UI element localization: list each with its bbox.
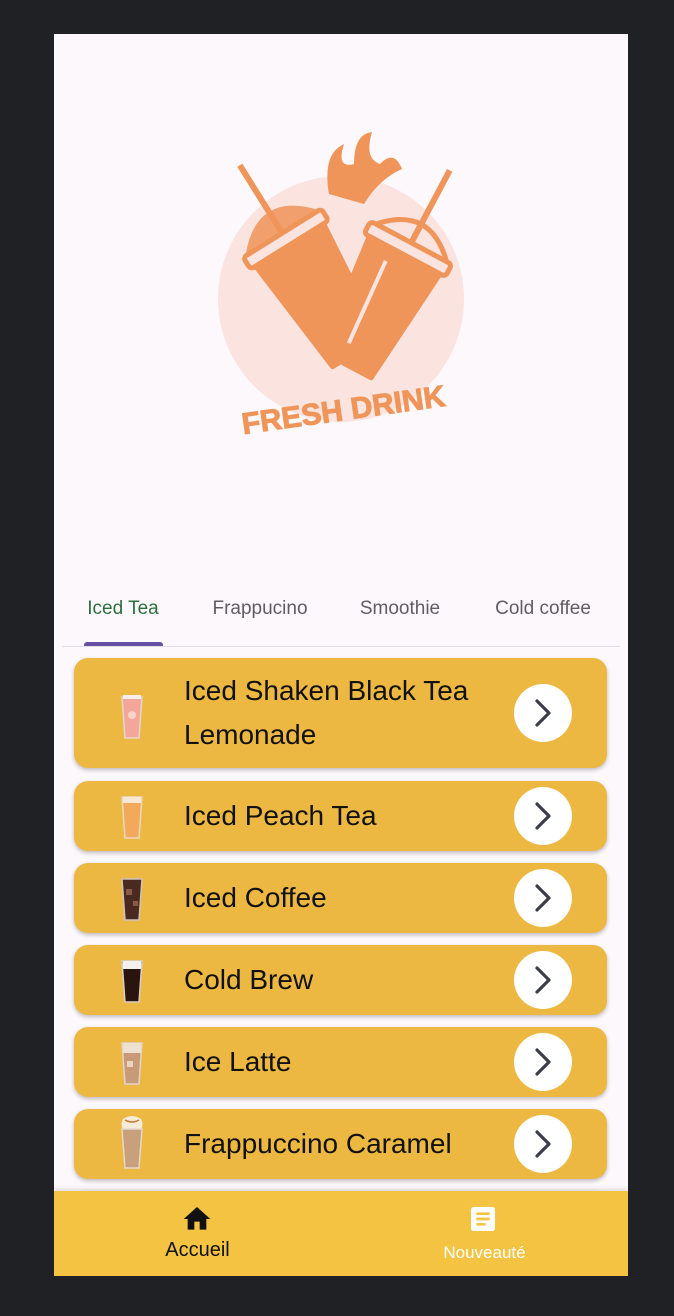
article-icon (471, 1207, 495, 1231)
home-icon (183, 1207, 211, 1230)
tab-smoothie[interactable]: Smoothie (352, 594, 448, 646)
drink-card[interactable]: Iced Coffee (74, 863, 607, 933)
drink-card[interactable]: Frappuccino Caramel (74, 1109, 607, 1179)
chevron-right-icon (535, 1130, 551, 1158)
chevron-right-icon (535, 699, 551, 727)
drink-name: Iced Peach Tea (184, 800, 377, 831)
category-tabs: Iced Tea Frappucino Smoothie Cold coffee (62, 594, 620, 647)
open-drink-button[interactable] (514, 869, 572, 927)
peach-tea-icon (121, 796, 143, 839)
drink-name: Frappuccino Caramel (184, 1128, 452, 1159)
drink-name: Ice Latte (184, 1046, 292, 1077)
active-tab-indicator (84, 642, 163, 646)
app-screen: FRESH DRINK Iced Tea Frappucino Smoothie… (54, 34, 628, 1276)
caramel-frappuccino-icon (121, 1116, 143, 1169)
open-drink-button[interactable] (514, 787, 572, 845)
tab-cold-coffee[interactable]: Cold coffee (487, 594, 599, 646)
drink-card[interactable]: Iced Peach Tea (74, 781, 607, 851)
drink-card[interactable]: Iced Shaken Black Tea Lemonade (74, 658, 607, 768)
open-drink-button[interactable] (514, 1033, 572, 1091)
iced-coffee-icon (121, 878, 143, 921)
bottom-navigation: Accueil Nouveauté (54, 1191, 628, 1276)
open-drink-button[interactable] (514, 684, 572, 742)
chevron-right-icon (535, 966, 551, 994)
nav-news-label: Nouveauté (443, 1243, 526, 1262)
iced-latte-icon (121, 1042, 143, 1085)
cold-brew-icon (121, 960, 143, 1003)
drink-name: Iced Shaken Black Tea Lemonade (184, 675, 469, 750)
open-drink-button[interactable] (514, 951, 572, 1009)
drink-name: Iced Coffee (184, 882, 327, 913)
drink-name: Cold Brew (184, 964, 314, 995)
chevron-right-icon (535, 1048, 551, 1076)
tab-iced-tea[interactable]: Iced Tea (78, 594, 168, 646)
logo-area: FRESH DRINK (54, 34, 628, 574)
pink-iced-tea-icon (121, 695, 143, 739)
chevron-right-icon (535, 884, 551, 912)
nav-news[interactable]: Nouveauté (341, 1191, 628, 1276)
fresh-drink-logo: FRESH DRINK (218, 132, 464, 442)
open-drink-button[interactable] (514, 1115, 572, 1173)
nav-home[interactable]: Accueil (54, 1191, 341, 1276)
nav-home-label: Accueil (165, 1239, 230, 1261)
drink-card[interactable]: Cold Brew (74, 945, 607, 1015)
drink-card[interactable]: Ice Latte (74, 1027, 607, 1097)
chevron-right-icon (535, 802, 551, 830)
tab-frappucino[interactable]: Frappucino (205, 594, 315, 646)
